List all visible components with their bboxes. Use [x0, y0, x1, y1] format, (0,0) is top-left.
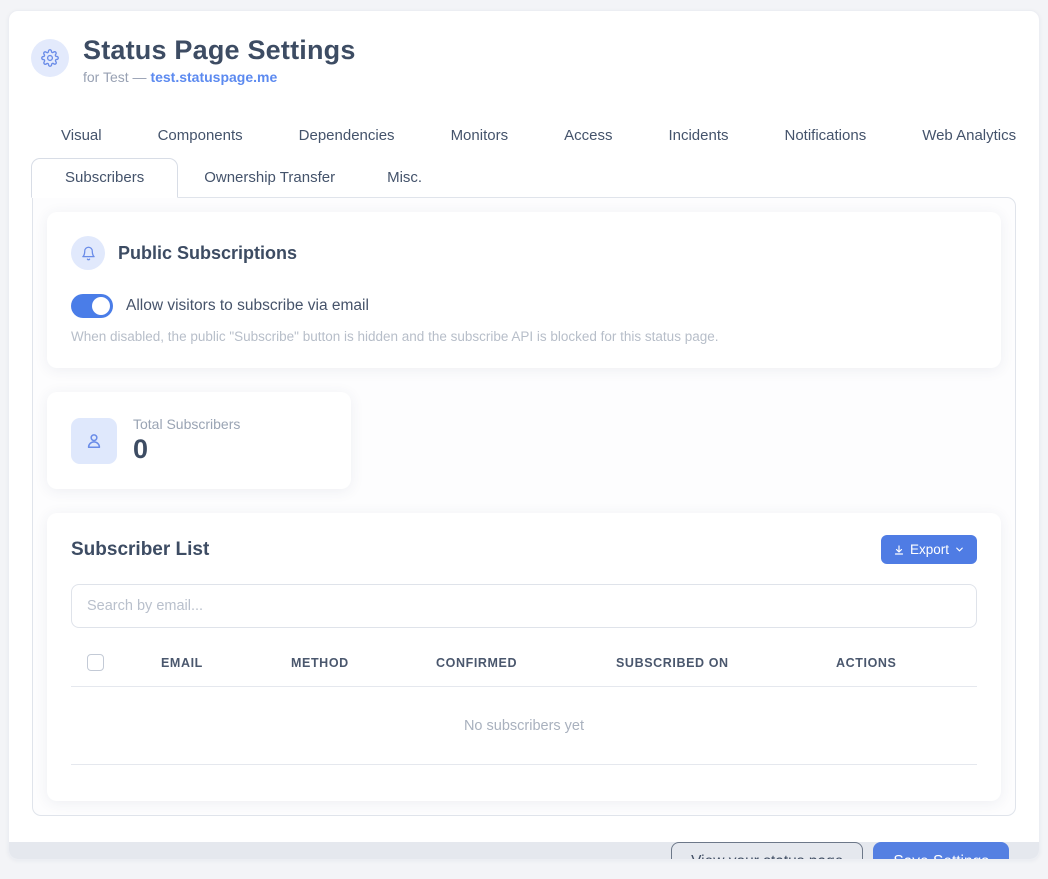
page-subtitle: for Test — test.statuspage.me: [83, 69, 356, 85]
save-settings-button[interactable]: Save Settings: [873, 842, 1009, 860]
tab-subscribers[interactable]: Subscribers: [31, 158, 178, 198]
export-button-label: Export: [910, 542, 949, 557]
status-page-link[interactable]: test.statuspage.me: [150, 69, 277, 85]
tab-access[interactable]: Access: [560, 119, 616, 158]
column-header-email: EMAIL: [161, 656, 291, 670]
tab-ownership-transfer[interactable]: Ownership Transfer: [178, 159, 361, 197]
footer-bar: View your status page Save Settings: [9, 842, 1039, 860]
total-subscribers-label: Total Subscribers: [133, 416, 240, 432]
column-header-actions: ACTIONS: [836, 656, 977, 670]
bell-icon: [71, 236, 105, 270]
search-input[interactable]: [71, 584, 977, 628]
public-subscriptions-title: Public Subscriptions: [118, 243, 297, 264]
chevron-down-icon: [954, 544, 965, 555]
column-header-subscribed-on: SUBSCRIBED ON: [616, 656, 836, 670]
tab-dependencies[interactable]: Dependencies: [295, 119, 399, 158]
primary-tab-bar: Visual Components Dependencies Monitors …: [9, 91, 1039, 158]
tab-incidents[interactable]: Incidents: [664, 119, 732, 158]
page-header-text: Status Page Settings for Test — test.sta…: [83, 35, 356, 85]
tab-misc[interactable]: Misc.: [361, 159, 448, 197]
total-subscribers-text: Total Subscribers 0: [133, 416, 240, 465]
view-status-page-button[interactable]: View your status page: [671, 842, 863, 860]
empty-state-message: No subscribers yet: [71, 687, 977, 765]
tab-visual[interactable]: Visual: [57, 119, 106, 158]
allow-subscribe-toggle[interactable]: [71, 294, 113, 318]
page-header: Status Page Settings for Test — test.sta…: [9, 11, 1039, 91]
list-bottom-padding: [71, 765, 977, 791]
total-subscribers-value: 0: [133, 434, 240, 465]
public-subscriptions-header: Public Subscriptions: [71, 236, 977, 270]
subtitle-prefix: for Test —: [83, 69, 150, 85]
gear-icon: [31, 39, 69, 77]
table-header-row: EMAIL METHOD CONFIRMED SUBSCRIBED ON ACT…: [71, 648, 977, 687]
subscribe-helper-text: When disabled, the public "Subscribe" bu…: [71, 329, 977, 344]
subscriber-list-header: Subscriber List Export: [71, 535, 977, 564]
select-all-checkbox[interactable]: [87, 654, 104, 671]
download-icon: [893, 544, 905, 556]
tab-monitors[interactable]: Monitors: [447, 119, 513, 158]
toggle-knob: [92, 297, 110, 315]
tab-web-analytics[interactable]: Web Analytics: [918, 119, 1020, 158]
page-title: Status Page Settings: [83, 35, 356, 66]
subscribers-panel: Public Subscriptions Allow visitors to s…: [32, 197, 1016, 816]
column-header-confirmed: CONFIRMED: [436, 656, 616, 670]
total-subscribers-card: Total Subscribers 0: [47, 392, 351, 489]
tab-notifications[interactable]: Notifications: [781, 119, 871, 158]
tab-components[interactable]: Components: [154, 119, 247, 158]
status-page-settings-window: Status Page Settings for Test — test.sta…: [8, 10, 1040, 860]
public-subscriptions-card: Public Subscriptions Allow visitors to s…: [47, 212, 1001, 368]
secondary-tab-bar: Subscribers Ownership Transfer Misc.: [9, 158, 1039, 197]
column-header-method: METHOD: [291, 656, 436, 670]
subscriber-list-card: Subscriber List Export EMAIL METHOD CONF…: [47, 513, 1001, 801]
subscribe-toggle-row: Allow visitors to subscribe via email: [71, 294, 977, 318]
person-icon: [71, 418, 117, 464]
allow-subscribe-label: Allow visitors to subscribe via email: [126, 297, 369, 315]
export-button[interactable]: Export: [881, 535, 977, 564]
subscriber-list-title: Subscriber List: [71, 539, 209, 561]
